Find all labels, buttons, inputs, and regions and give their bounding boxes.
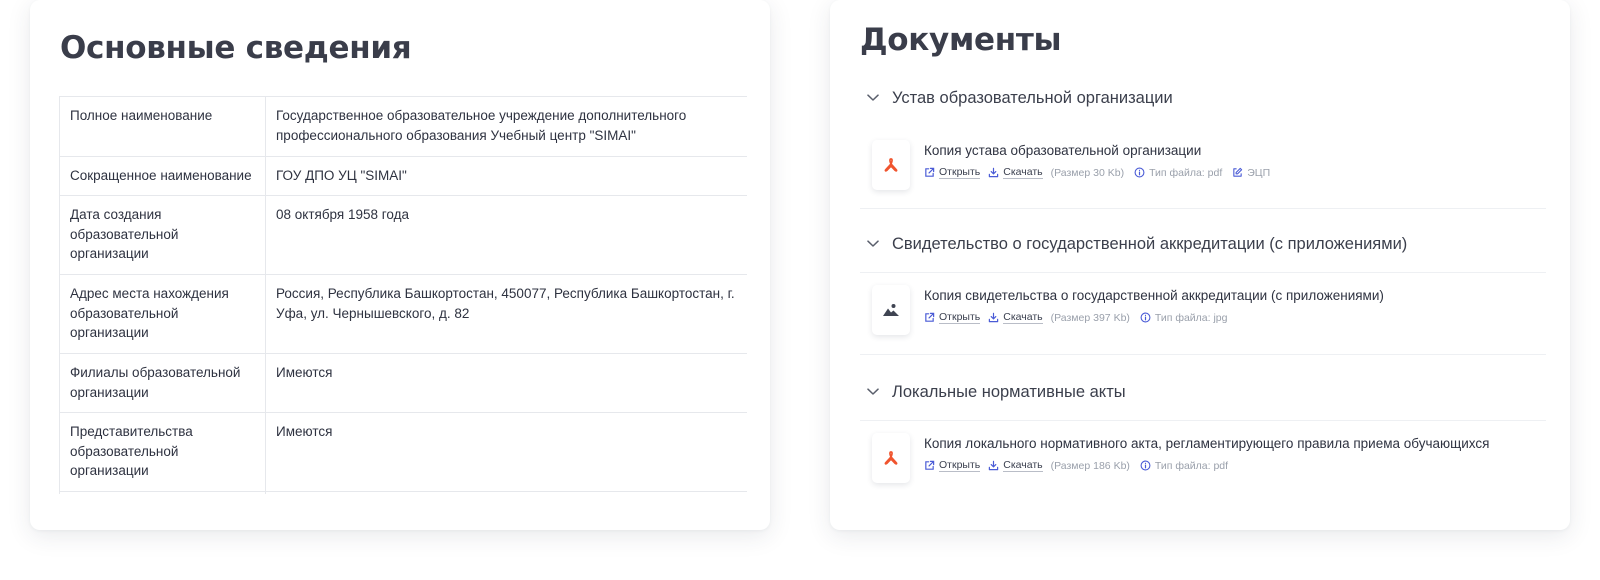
documents-title: Документы — [860, 22, 1062, 58]
row-value: Имеются — [265, 353, 747, 413]
section-divider — [860, 354, 1546, 355]
row-key — [59, 491, 266, 494]
row-key: Адрес места нахождения образовательной о… — [59, 274, 266, 354]
table-row: Полное наименование Государственное обра… — [59, 96, 747, 157]
section-divider — [860, 208, 1546, 209]
external-link-icon — [925, 167, 935, 177]
info-icon — [1140, 460, 1151, 471]
edit-icon — [1233, 167, 1243, 177]
section-header[interactable]: Устав образовательной организации — [860, 84, 1546, 112]
pdf-icon — [872, 140, 910, 190]
document-item: Копия свидетельства о государственной ак… — [872, 285, 1384, 335]
open-link[interactable]: Открыть — [924, 166, 981, 179]
image-icon — [872, 285, 910, 335]
info-icon — [1140, 312, 1151, 323]
download-icon — [989, 312, 999, 323]
external-link-icon — [925, 312, 935, 322]
document-title: Копия свидетельства о государственной ак… — [924, 288, 1384, 303]
download-link[interactable]: Скачать — [988, 311, 1043, 324]
download-icon — [989, 167, 999, 178]
document-title: Копия локального нормативного акта, регл… — [924, 436, 1490, 451]
row-value: Россия, Республика Башкортостан, 450077,… — [265, 274, 747, 354]
chevron-down-icon — [866, 385, 880, 399]
row-value: Государственное образовательное учрежден… — [265, 96, 747, 157]
table-row: Сокращенное наименование ГОУ ДПО УЦ "SIM… — [59, 156, 747, 196]
row-key: Полное наименование — [59, 96, 266, 157]
document-section: Устав образовательной организации Копия … — [860, 84, 1546, 214]
download-icon — [989, 460, 999, 471]
file-size: (Размер 30 Kb) — [1050, 166, 1125, 179]
table-row: Дата создания образовательной организаци… — [59, 195, 747, 275]
table-row: Адрес места нахождения образовательной о… — [59, 274, 747, 354]
pdf-icon — [872, 433, 910, 483]
basic-info-table: Полное наименование Государственное обра… — [59, 96, 747, 494]
documents-card: Документы Устав образовательной организа… — [830, 0, 1570, 530]
row-key: Дата создания образовательной организаци… — [59, 195, 266, 275]
row-value: Имеются — [265, 412, 747, 492]
row-value: 08 октября 1958 года — [265, 195, 747, 275]
file-type: Тип файла: pdf — [1134, 167, 1222, 179]
chevron-down-icon — [866, 237, 880, 251]
row-key: Представительства образовательной органи… — [59, 412, 266, 492]
section-heading: Свидетельство о государственной аккредит… — [892, 234, 1408, 253]
open-link[interactable]: Открыть — [924, 459, 981, 472]
file-type: Тип файла: jpg — [1140, 312, 1227, 324]
file-size: (Размер 186 Kb) — [1050, 459, 1130, 472]
chevron-down-icon — [866, 91, 880, 105]
section-heading: Локальные нормативные акты — [892, 382, 1126, 401]
download-link[interactable]: Скачать — [988, 166, 1043, 179]
row-value: ГОУ ДПО УЦ "SIMAI" — [265, 156, 747, 196]
ecp-link[interactable]: ЭЦП — [1232, 167, 1270, 179]
document-title: Копия устава образовательной организации — [924, 143, 1202, 158]
file-size: (Размер 397 Kb) — [1050, 311, 1130, 324]
document-item: Копия локального нормативного акта, регл… — [872, 433, 1489, 483]
section-header[interactable]: Свидетельство о государственной аккредит… — [860, 230, 1546, 258]
download-link[interactable]: Скачать — [988, 459, 1043, 472]
document-section: Свидетельство о государственной аккредит… — [860, 230, 1546, 360]
basic-info-title: Основные сведения — [60, 30, 412, 66]
file-type: Тип файла: pdf — [1140, 460, 1228, 472]
section-divider — [860, 272, 1546, 273]
open-link[interactable]: Открыть — [924, 311, 981, 324]
document-section: Локальные нормативные акты Копия локальн… — [860, 378, 1546, 498]
table-row: Представительства образовательной органи… — [59, 412, 747, 492]
section-header[interactable]: Локальные нормативные акты — [860, 378, 1546, 406]
basic-info-card: Основные сведения Полное наименование Го… — [30, 0, 770, 530]
document-item: Копия устава образовательной организации… — [872, 140, 1270, 190]
row-key: Сокращенное наименование — [59, 156, 266, 196]
section-divider — [860, 420, 1546, 421]
row-value — [265, 491, 747, 494]
table-row — [59, 491, 747, 494]
table-row: Филиалы образовательной организации Имею… — [59, 353, 747, 413]
info-icon — [1134, 167, 1145, 178]
section-heading: Устав образовательной организации — [892, 88, 1173, 107]
external-link-icon — [925, 460, 935, 470]
basic-info-table-wrap[interactable]: Полное наименование Государственное обра… — [59, 96, 747, 494]
row-key: Филиалы образовательной организации — [59, 353, 266, 413]
